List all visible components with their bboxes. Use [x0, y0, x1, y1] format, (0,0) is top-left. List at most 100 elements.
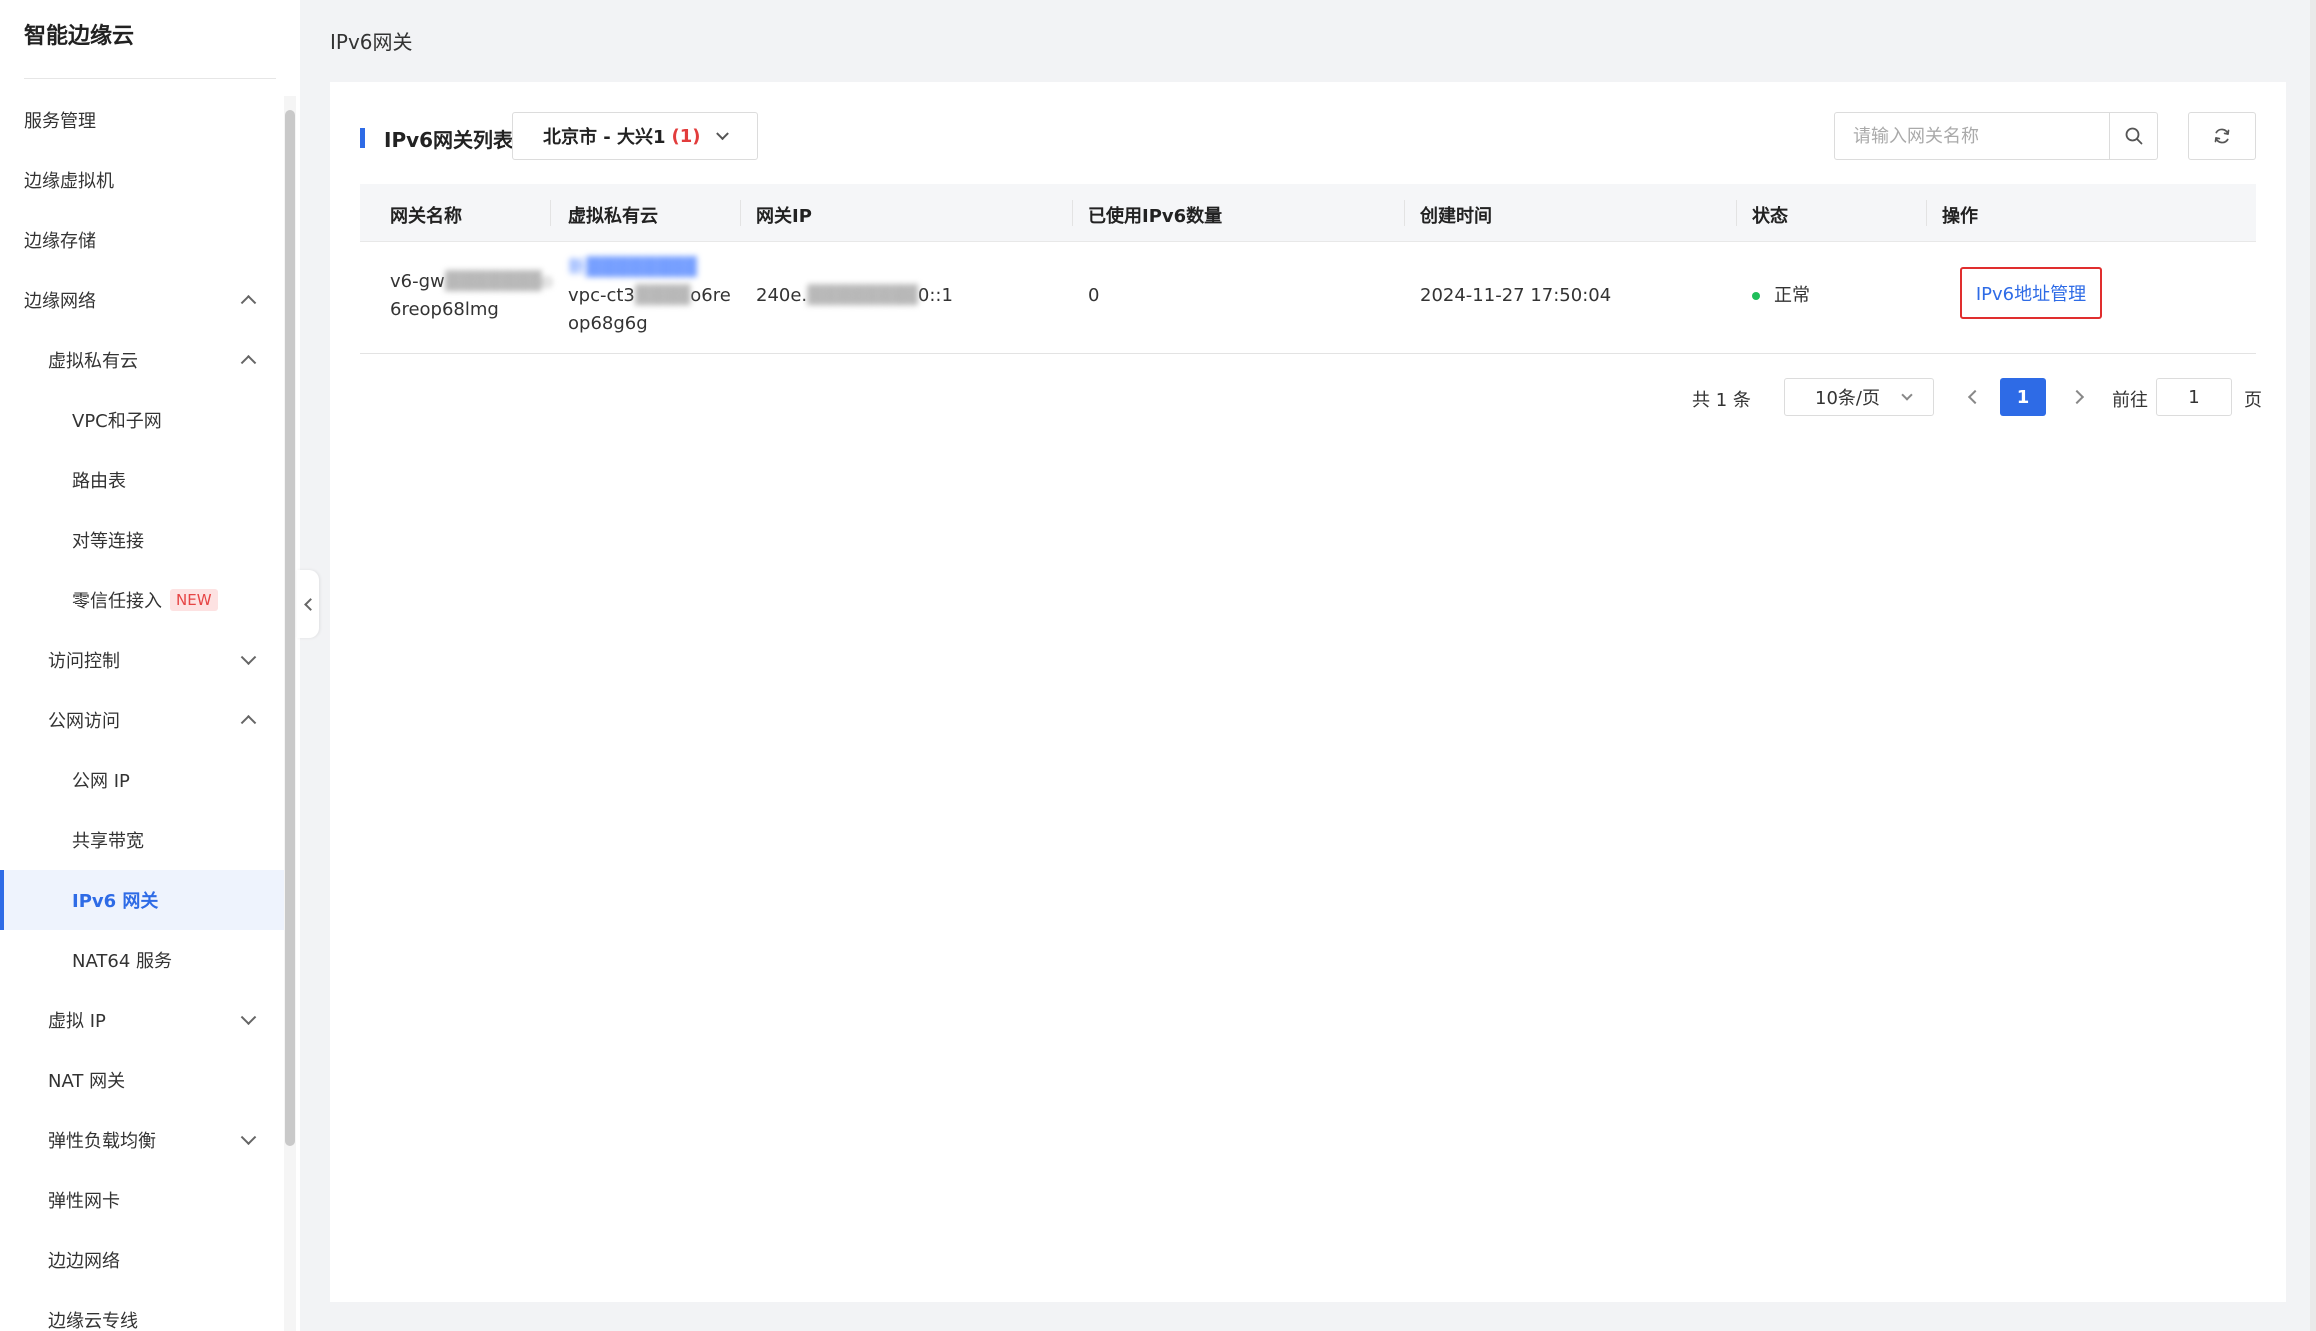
search-input[interactable]: [1835, 114, 2109, 158]
sidebar-item[interactable]: IPv6 网关: [0, 870, 284, 930]
page-size-value: 10条/页: [1815, 388, 1880, 409]
sidebar-item[interactable]: 边缘网络: [0, 270, 284, 330]
sidebar-item-label: 边缘虚拟机: [24, 171, 114, 192]
sidebar-item-label: 弹性负载均衡: [48, 1131, 156, 1152]
sidebar-item-label: 边缘存储: [24, 231, 96, 252]
brand-divider: [24, 78, 276, 79]
sidebar-item-label: 零信任接入: [72, 591, 162, 612]
new-badge: NEW: [170, 589, 218, 611]
sidebar-item-label: 路由表: [72, 471, 126, 492]
cell-used-count: 0: [1088, 285, 1100, 306]
sidebar-item[interactable]: 服务管理: [0, 90, 284, 150]
chevron-up-icon: [240, 714, 257, 731]
sidebar-item[interactable]: 弹性网卡: [0, 1170, 284, 1230]
gateway-table: 网关名称 虚拟私有云 网关IP 已使用IPv6数量 创建时间 状态 操作 v6-…: [360, 184, 2256, 354]
sidebar-item[interactable]: NAT 网关: [0, 1050, 284, 1110]
sidebar-item-label: VPC和子网: [72, 411, 162, 432]
vpc-id-part: o6re: [690, 285, 731, 306]
ipv6-address-manage-link[interactable]: IPv6地址管理: [1960, 267, 2102, 319]
sidebar-item-label: 边缘云专线: [48, 1311, 138, 1331]
col-separator: [1736, 200, 1737, 226]
vpc-id-part: vpc-ct3: [568, 285, 635, 306]
prev-page-button[interactable]: [1967, 389, 1983, 405]
chevron-down-icon: [716, 127, 729, 141]
sidebar-item[interactable]: 公网 IP: [0, 750, 284, 810]
sidebar-item[interactable]: NAT64 服务: [0, 930, 284, 990]
gateway-ip-part: 240e.: [756, 285, 808, 306]
cell-gateway-name: v6-gw▓▓▓▓▓▓▓o 6reop68lmg: [390, 268, 553, 324]
table-row: v6-gw▓▓▓▓▓▓▓o 6reop68lmg 新▓▓▓▓▓▓▓▓ vpc-c…: [360, 242, 2256, 354]
region-select[interactable]: 北京市 - 大兴1 (1): [512, 112, 758, 160]
sidebar-scrollbar-thumb[interactable]: [285, 110, 295, 1146]
sidebar-item-label: NAT64 服务: [72, 951, 173, 972]
main-card: IPv6网关列表 北京市 - 大兴1 (1) 网关名称 虚拟私有云 网关I: [330, 82, 2286, 1302]
brand-title: 智能边缘云: [24, 24, 135, 49]
page-size-select[interactable]: 10条/页: [1784, 378, 1934, 416]
col-header-created: 创建时间: [1420, 206, 1492, 227]
sidebar-item-label: 公网访问: [48, 711, 120, 732]
sidebar-item[interactable]: 虚拟私有云: [0, 330, 284, 390]
gateway-name-part: v6-gw: [390, 271, 445, 292]
sidebar-item[interactable]: 访问控制: [0, 630, 284, 690]
sidebar-item[interactable]: 共享带宽: [0, 810, 284, 870]
sidebar-item[interactable]: 边边网络: [0, 1230, 284, 1290]
status-badge: 正常: [1774, 285, 1810, 306]
page-title: IPv6网关: [330, 30, 413, 54]
col-separator: [1926, 200, 1927, 226]
search-box: [1834, 112, 2158, 160]
region-select-value: 北京市 - 大兴1: [543, 127, 666, 148]
sidebar-item[interactable]: 边缘存储: [0, 210, 284, 270]
gateway-name-part: 6reop68lmg: [390, 299, 499, 320]
chevron-down-icon: [240, 649, 257, 666]
redacted-text: ▓▓▓▓▓▓▓o: [444, 271, 553, 292]
search-button[interactable]: [2109, 113, 2157, 159]
cell-created-time: 2024-11-27 17:50:04: [1420, 285, 1612, 306]
sidebar-item-label: 虚拟私有云: [48, 351, 138, 372]
col-separator: [740, 200, 741, 226]
sidebar-item[interactable]: 对等连接: [0, 510, 284, 570]
chevron-left-icon: [303, 597, 317, 611]
chevron-down-icon: [240, 1009, 257, 1026]
col-header-name: 网关名称: [390, 206, 462, 227]
section-accent-bar: [360, 128, 365, 148]
sidebar-item[interactable]: 边缘虚拟机: [0, 150, 284, 210]
sidebar-item-label: IPv6 网关: [72, 891, 159, 912]
sidebar-item[interactable]: 弹性负载均衡: [0, 1110, 284, 1170]
col-separator: [550, 200, 551, 226]
sidebar-item-label: 边边网络: [48, 1251, 120, 1272]
sidebar-item-label: NAT 网关: [48, 1071, 126, 1092]
sidebar-item[interactable]: 虚拟 IP: [0, 990, 284, 1050]
region-count: (1): [671, 125, 701, 147]
sidebar-collapse-button[interactable]: [297, 570, 319, 638]
redacted-text: ▓▓▓▓▓▓▓▓: [807, 285, 918, 306]
sidebar-item-label: 对等连接: [72, 531, 144, 552]
vpc-name-link[interactable]: 新: [568, 257, 586, 278]
col-header-used-count: 已使用IPv6数量: [1088, 206, 1223, 227]
cell-gateway-ip: 240e.▓▓▓▓▓▓▓▓0::1: [756, 282, 953, 310]
sidebar-item[interactable]: VPC和子网: [0, 390, 284, 450]
table-header: 网关名称 虚拟私有云 网关IP 已使用IPv6数量 创建时间 状态 操作: [360, 184, 2256, 242]
goto-label: 前往: [2112, 390, 2148, 411]
sidebar-item-label: 共享带宽: [72, 831, 144, 852]
sidebar-item[interactable]: 边缘云专线: [0, 1290, 284, 1331]
goto-page-input[interactable]: [2156, 378, 2232, 416]
sidebar-item[interactable]: 公网访问: [0, 690, 284, 750]
col-header-vpc: 虚拟私有云: [568, 206, 658, 227]
pagination: 共 1 条 10条/页 1 前往 页: [330, 378, 2286, 418]
chevron-down-icon: [1901, 389, 1913, 401]
sidebar-item[interactable]: 零信任接入 NEW: [0, 570, 284, 630]
col-header-actions: 操作: [1942, 206, 1978, 227]
section-title: IPv6网关列表: [384, 128, 514, 152]
sidebar-item-label: 弹性网卡: [48, 1191, 120, 1212]
chevron-up-icon: [240, 354, 257, 371]
page-number-current[interactable]: 1: [2000, 378, 2046, 416]
refresh-button[interactable]: [2188, 112, 2256, 160]
gateway-ip-part: 0::1: [917, 285, 953, 306]
sidebar: 智能边缘云 服务管理边缘虚拟机边缘存储边缘网络虚拟私有云 VPC和子网 路由表对等连…: [0, 0, 300, 1331]
sidebar-item-label: 虚拟 IP: [48, 1011, 106, 1032]
next-page-button[interactable]: [2069, 389, 2085, 405]
sidebar-item[interactable]: 路由表: [0, 450, 284, 510]
cell-vpc: 新▓▓▓▓▓▓▓▓ vpc-ct3▓▓▓▓o6re op68g6g: [568, 254, 731, 338]
sidebar-item-label: 公网 IP: [72, 771, 130, 792]
pagination-total: 共 1 条: [1692, 390, 1751, 411]
